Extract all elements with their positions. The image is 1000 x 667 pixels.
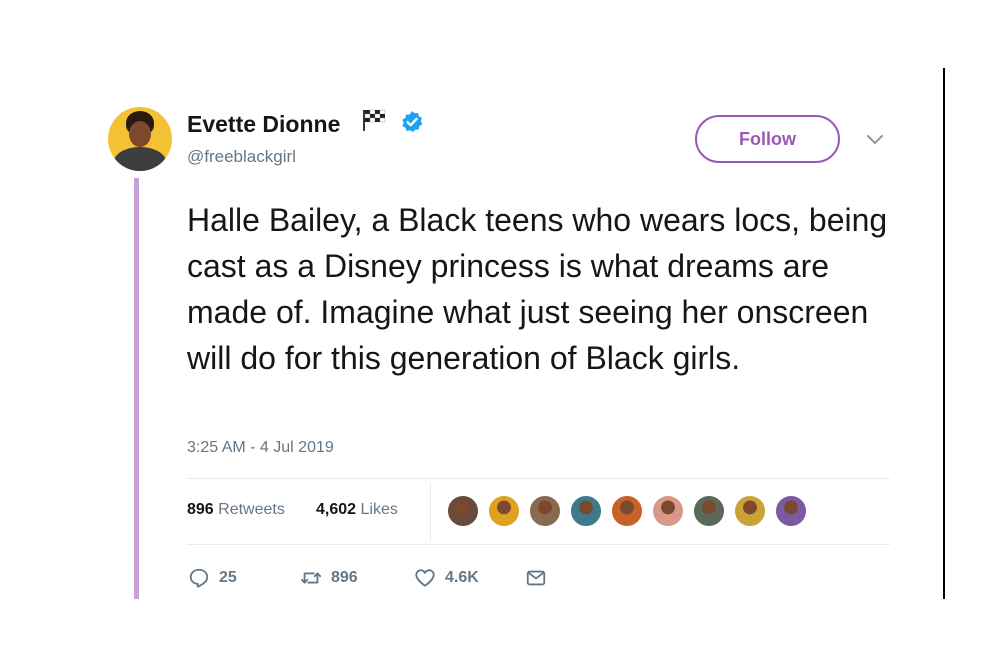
message-icon: [526, 570, 546, 586]
thread-line: [134, 178, 139, 599]
stats-bottom-divider: [187, 544, 890, 545]
follow-button[interactable]: Follow: [695, 115, 840, 163]
author-avatar[interactable]: [108, 107, 172, 171]
retweets-count: 896: [187, 501, 214, 518]
reply-count: 25: [219, 569, 237, 586]
right-border: [943, 68, 945, 599]
author-handle[interactable]: @freeblackgirl: [187, 147, 296, 167]
reply-action[interactable]: 25: [188, 567, 237, 589]
author-name[interactable]: Evette Dionne: [187, 111, 340, 138]
avatar-body: [114, 147, 166, 171]
retweets-label: Retweets: [218, 501, 285, 518]
stats-top-divider: [187, 478, 890, 479]
liker-avatar[interactable]: [569, 494, 603, 528]
verified-icon: [402, 111, 423, 132]
likes-label: Likes: [360, 501, 398, 518]
like-icon: [415, 569, 435, 587]
like-count: 4.6K: [445, 569, 479, 586]
retweet-icon: [300, 572, 322, 584]
chevron-down-icon[interactable]: [866, 134, 884, 146]
liker-avatar[interactable]: [774, 494, 808, 528]
tweet-text: Halle Bailey, a Black teens who wears lo…: [187, 202, 888, 376]
liker-avatar[interactable]: [487, 494, 521, 528]
likes-count: 4,602: [316, 501, 357, 518]
tweet-timestamp[interactable]: 3:25 AM - 4 Jul 2019: [187, 439, 334, 457]
flag-icon: [363, 109, 386, 131]
liker-avatar[interactable]: [651, 494, 685, 528]
liker-avatar[interactable]: [733, 494, 767, 528]
message-action[interactable]: [525, 567, 547, 589]
like-action[interactable]: 4.6K: [414, 567, 479, 589]
reply-icon: [189, 568, 209, 588]
liker-avatar[interactable]: [692, 494, 726, 528]
liker-avatar[interactable]: [446, 494, 480, 528]
liker-avatar[interactable]: [610, 494, 644, 528]
avatar-face: [129, 121, 151, 147]
likes-stat[interactable]: 4,602 Likes: [316, 501, 398, 519]
stats-separator: [430, 482, 431, 542]
retweet-count: 896: [331, 569, 358, 586]
liker-avatar[interactable]: [528, 494, 562, 528]
retweet-action[interactable]: 896: [300, 567, 358, 589]
retweets-stat[interactable]: 896 Retweets: [187, 501, 285, 519]
